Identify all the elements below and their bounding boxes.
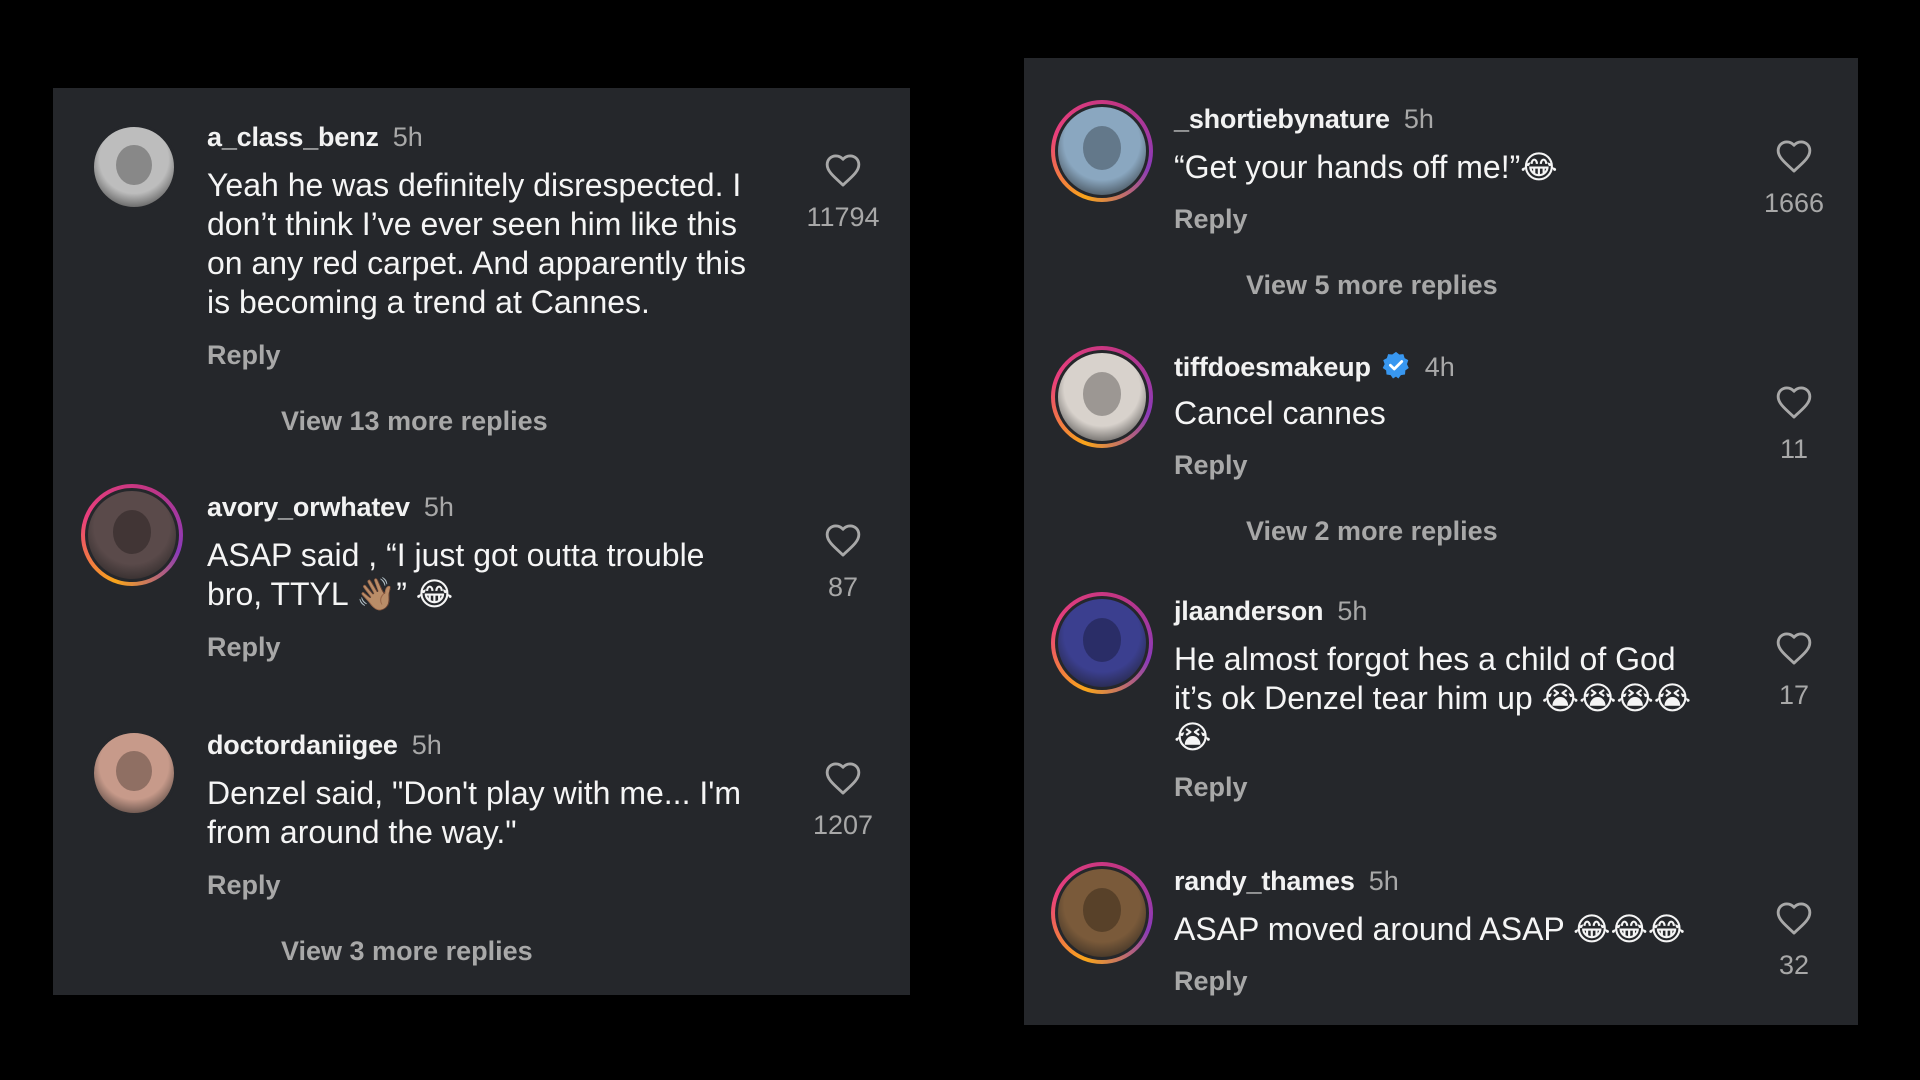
like-control: 11794 <box>793 152 893 233</box>
avatar[interactable] <box>1051 100 1153 202</box>
avatar-image <box>1055 350 1149 444</box>
comment-time: 4h <box>1424 352 1455 382</box>
reply-button[interactable]: Reply <box>1174 450 1248 481</box>
reply-button[interactable]: Reply <box>1174 204 1248 235</box>
comment-text: He almost forgot hes a child of God it’s… <box>1174 641 1692 755</box>
like-count: 87 <box>827 572 859 602</box>
heart-outline-icon[interactable] <box>1775 630 1813 666</box>
avatar[interactable] <box>1051 862 1153 964</box>
comments-panel-right: _shortiebynature 5h “Get your hands off m… <box>1024 58 1858 1025</box>
comment-time: 5h <box>1368 866 1399 896</box>
like-count: 11 <box>1779 434 1809 464</box>
like-count: 1666 <box>1763 188 1825 218</box>
heart-outline-icon[interactable] <box>824 522 862 558</box>
comment-time: 5h <box>423 492 454 522</box>
like-control: 11 <box>1744 384 1844 465</box>
comment-time: 5h <box>392 122 423 152</box>
comment-time: 5h <box>411 730 442 760</box>
comment-time: 5h <box>1403 104 1434 134</box>
like-control: 1207 <box>793 760 893 841</box>
heart-outline-icon[interactable] <box>1775 900 1813 936</box>
comment-username[interactable]: jlaanderson <box>1174 596 1324 626</box>
avatar-image <box>1055 866 1149 960</box>
comment-text: ASAP said , “I just got outta trouble br… <box>207 537 705 612</box>
comment-username[interactable]: a_class_benz <box>207 122 379 152</box>
comment-username[interactable]: tiffdoesmakeup <box>1174 352 1371 382</box>
view-more-replies[interactable]: View 13 more replies <box>281 406 548 437</box>
like-count: 11794 <box>806 202 880 232</box>
reply-button[interactable]: Reply <box>1174 966 1248 997</box>
comment-time: 5h <box>1337 596 1368 626</box>
like-control: 87 <box>793 522 893 603</box>
avatar-image <box>85 488 179 582</box>
reply-button[interactable]: Reply <box>207 632 281 663</box>
avatar-image <box>1055 104 1149 198</box>
like-count: 17 <box>1778 680 1810 710</box>
avatar-image <box>91 730 177 816</box>
avatar[interactable] <box>91 124 177 210</box>
heart-outline-icon[interactable] <box>1775 138 1813 174</box>
view-more-replies[interactable]: View 5 more replies <box>1246 270 1498 301</box>
avatar[interactable] <box>1051 592 1153 694</box>
avatar[interactable] <box>81 484 183 586</box>
like-count: 1207 <box>812 810 874 840</box>
avatar[interactable] <box>1051 346 1153 448</box>
verified-badge-icon <box>1382 351 1409 379</box>
comment-text: Denzel said, "Don't play with me... I'm … <box>207 775 741 850</box>
heart-outline-icon[interactable] <box>1775 384 1813 420</box>
comment-username[interactable]: randy_thames <box>1174 866 1355 896</box>
reply-button[interactable]: Reply <box>207 870 281 901</box>
view-more-replies[interactable]: View 3 more replies <box>281 936 533 967</box>
view-more-replies[interactable]: View 2 more replies <box>1246 516 1498 547</box>
comment-username[interactable]: _shortiebynature <box>1174 104 1390 134</box>
like-count: 32 <box>1778 950 1810 980</box>
comment-username[interactable]: doctordaniigee <box>207 730 398 760</box>
comment-text: Yeah he was definitely disrespected. I d… <box>207 167 747 320</box>
comment-text: Cancel cannes <box>1174 395 1386 431</box>
avatar-image <box>1055 596 1149 690</box>
like-control: 17 <box>1744 630 1844 711</box>
reply-button[interactable]: Reply <box>207 340 281 371</box>
comment-text: ASAP moved around ASAP 😂😂😂 <box>1174 911 1686 947</box>
heart-outline-icon[interactable] <box>824 152 862 188</box>
comments-panel-left: a_class_benz 5h Yeah he was definitely di… <box>53 88 910 995</box>
heart-outline-icon[interactable] <box>824 760 862 796</box>
reply-button[interactable]: Reply <box>1174 772 1248 803</box>
avatar-image <box>91 124 177 210</box>
like-control: 32 <box>1744 900 1844 981</box>
comment-username[interactable]: avory_orwhatev <box>207 492 410 522</box>
like-control: 1666 <box>1744 138 1844 219</box>
comment-text: “Get your hands off me!”😂 <box>1174 149 1558 185</box>
avatar[interactable] <box>91 730 177 816</box>
